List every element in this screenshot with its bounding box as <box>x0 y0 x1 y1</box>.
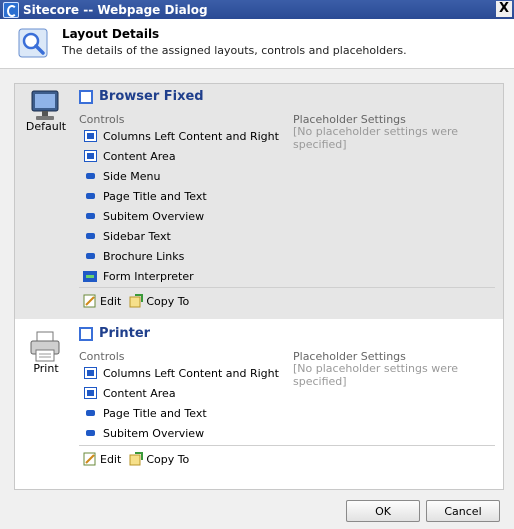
ie-icon <box>3 1 19 18</box>
control-item[interactable]: Subitem Overview <box>83 424 204 442</box>
printer-icon <box>30 331 60 362</box>
placeholder-settings-empty: [No placeholder settings were specified] <box>293 125 459 151</box>
copy-to-icon <box>129 294 144 308</box>
controls-heading: Controls <box>79 350 125 363</box>
edit-icon <box>83 294 96 308</box>
frame-icon <box>83 150 97 162</box>
ok-button[interactable]: OK <box>346 500 420 522</box>
control-item[interactable]: Content Area <box>83 147 176 165</box>
device-actions: Edit Copy To <box>83 294 197 308</box>
control-icon <box>85 430 95 436</box>
control-icon <box>85 173 95 179</box>
frame-icon <box>83 130 97 142</box>
edit-button[interactable]: Edit <box>83 294 121 308</box>
control-item[interactable]: Brochure Links <box>83 247 184 265</box>
layout-link-browser-fixed[interactable]: Browser Fixed <box>79 89 204 104</box>
edit-button[interactable]: Edit <box>83 452 121 466</box>
close-button[interactable]: X <box>496 1 512 17</box>
control-item[interactable]: Content Area <box>83 384 176 402</box>
layout-link-printer[interactable]: Printer <box>79 326 150 341</box>
control-icon <box>85 253 95 259</box>
layout-icon <box>79 89 93 104</box>
divider <box>79 287 495 288</box>
device-actions: Edit Copy To <box>83 452 197 466</box>
monitor-icon <box>31 90 59 120</box>
cancel-button[interactable]: Cancel <box>426 500 500 522</box>
copy-to-button[interactable]: Copy To <box>129 294 189 308</box>
control-item[interactable]: Subitem Overview <box>83 207 204 225</box>
control-item[interactable]: Form Interpreter <box>83 267 194 285</box>
device-name: Default <box>25 120 67 133</box>
device-section-print: Print Printer Controls Placeholder Setti… <box>15 319 503 484</box>
control-icon <box>85 193 95 199</box>
form-icon <box>83 270 97 282</box>
edit-icon <box>83 452 96 466</box>
magnifier-icon <box>18 28 48 58</box>
device-section-default: Default Browser Fixed Controls Placehold… <box>15 84 503 319</box>
window-titlebar: Sitecore -- Webpage Dialog X <box>0 0 514 19</box>
control-item[interactable]: Sidebar Text <box>83 227 171 245</box>
copy-to-icon <box>129 452 144 466</box>
dialog-title: Layout Details <box>62 27 160 41</box>
control-icon <box>85 410 95 416</box>
dialog-header: Layout Details The details of the assign… <box>0 19 514 69</box>
layout-name: Printer <box>99 326 151 341</box>
control-item[interactable]: Page Title and Text <box>83 187 207 205</box>
control-item[interactable]: Page Title and Text <box>83 404 207 422</box>
control-icon <box>85 233 95 239</box>
control-item[interactable]: Columns Left Content and Right <box>83 364 279 382</box>
layout-icon <box>79 326 93 341</box>
dialog-subtitle: The details of the assigned layouts, con… <box>62 44 407 57</box>
control-item[interactable]: Columns Left Content and Right <box>83 127 279 145</box>
control-icon <box>85 213 95 219</box>
device-name: Print <box>33 362 59 375</box>
controls-heading: Controls <box>79 113 125 126</box>
layout-name: Browser Fixed <box>99 89 204 104</box>
copy-to-button[interactable]: Copy To <box>129 452 189 466</box>
control-item[interactable]: Side Menu <box>83 167 161 185</box>
placeholder-settings-empty: [No placeholder settings were specified] <box>293 362 459 388</box>
frame-icon <box>83 387 97 399</box>
window-title: Sitecore -- Webpage Dialog <box>23 2 208 17</box>
frame-icon <box>83 367 97 379</box>
divider <box>79 445 495 446</box>
layout-details-panel: Default Browser Fixed Controls Placehold… <box>14 83 504 490</box>
